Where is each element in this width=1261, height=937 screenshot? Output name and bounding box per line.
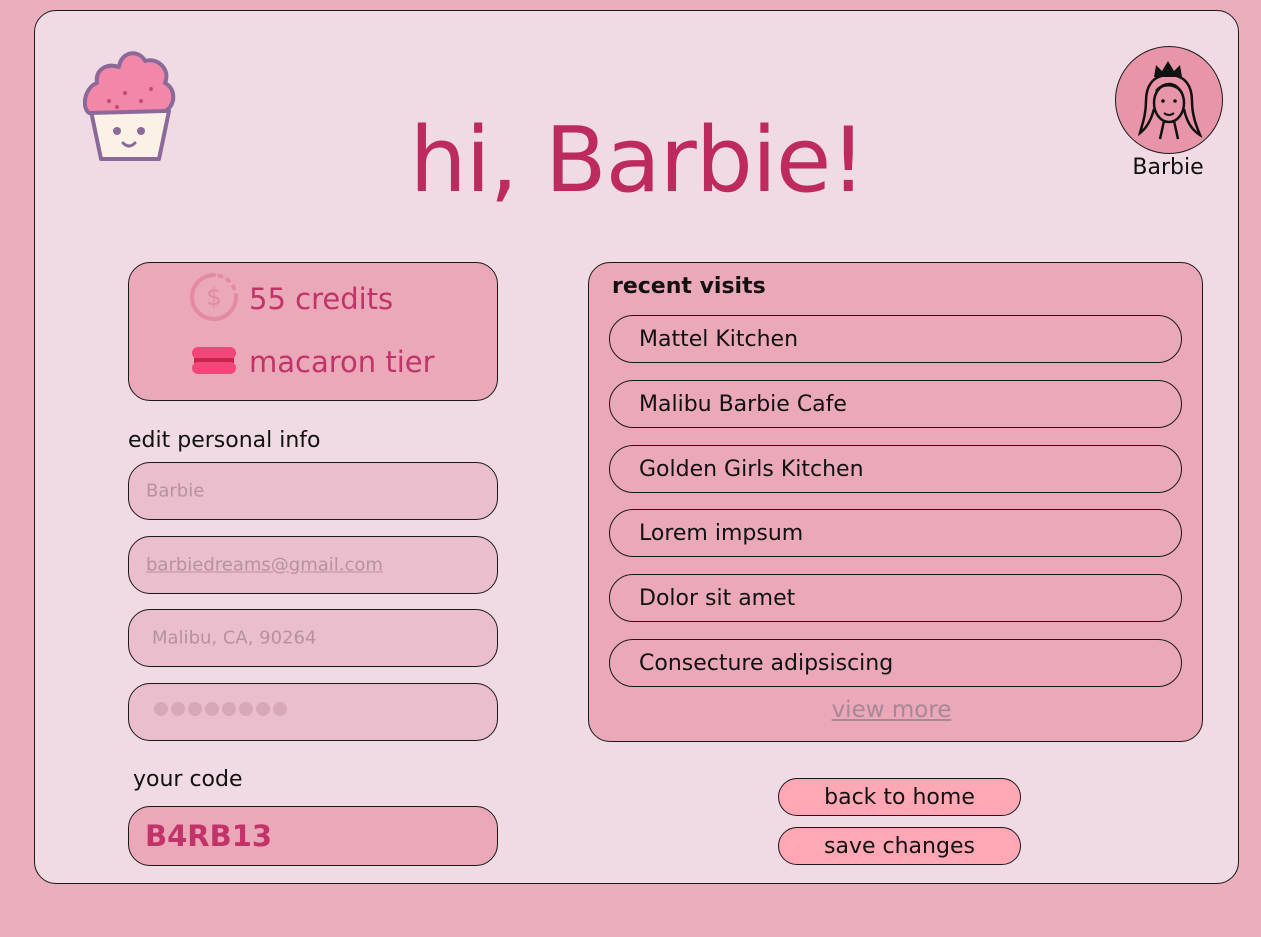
profile-avatar[interactable] [1115,46,1223,154]
back-to-home-button[interactable]: back to home [778,778,1021,816]
email-field-value: barbiedreams@gmail.com [146,554,383,576]
address-field-value: Malibu, CA, 90264 [152,627,317,649]
name-field[interactable]: Barbie [128,462,498,520]
macaron-icon [189,340,239,384]
password-dot [188,702,202,716]
profile-name: Barbie [1132,155,1204,180]
code-value: B4RB13 [145,819,273,853]
profile-card: hi, Barbie! Barbie $ 55 credits macaron … [34,10,1239,884]
password-dot [171,702,185,716]
password-mask [154,702,287,716]
credits-text: 55 credits [249,282,394,316]
dollar-coin-icon: $ [189,272,239,326]
visit-item[interactable]: Golden Girls Kitchen [609,445,1182,493]
svg-text:$: $ [206,283,221,311]
save-changes-button[interactable]: save changes [778,827,1021,865]
visit-item[interactable]: Mattel Kitchen [609,315,1182,363]
password-field[interactable] [128,683,498,741]
password-dot [154,702,168,716]
password-dot [205,702,219,716]
visit-item[interactable]: Malibu Barbie Cafe [609,380,1182,428]
email-field[interactable]: barbiedreams@gmail.com [128,536,498,594]
password-dot [222,702,236,716]
recent-visits-panel: recent visits Mattel Kitchen Malibu Barb… [588,262,1203,742]
view-more-link[interactable]: view more [589,697,1194,723]
tier-row: macaron tier [189,340,435,384]
password-dot [273,702,287,716]
barbie-avatar-icon [1115,46,1223,154]
your-code-label: your code [133,767,243,792]
visit-item[interactable]: Lorem impsum [609,509,1182,557]
visit-item[interactable]: Consecture adipsiscing [609,639,1182,687]
name-field-value: Barbie [146,480,205,502]
edit-personal-info-label: edit personal info [128,428,321,453]
address-field[interactable]: Malibu, CA, 90264 [128,609,498,667]
recent-visits-title: recent visits [612,274,766,299]
greeting-title: hi, Barbie! [409,108,867,213]
credits-panel: $ 55 credits macaron tier [128,262,498,401]
code-display: B4RB13 [128,806,498,866]
credits-row: $ 55 credits [189,272,393,326]
visit-item[interactable]: Dolor sit amet [609,574,1182,622]
password-dot [256,702,270,716]
password-dot [239,702,253,716]
tier-text: macaron tier [249,345,435,379]
